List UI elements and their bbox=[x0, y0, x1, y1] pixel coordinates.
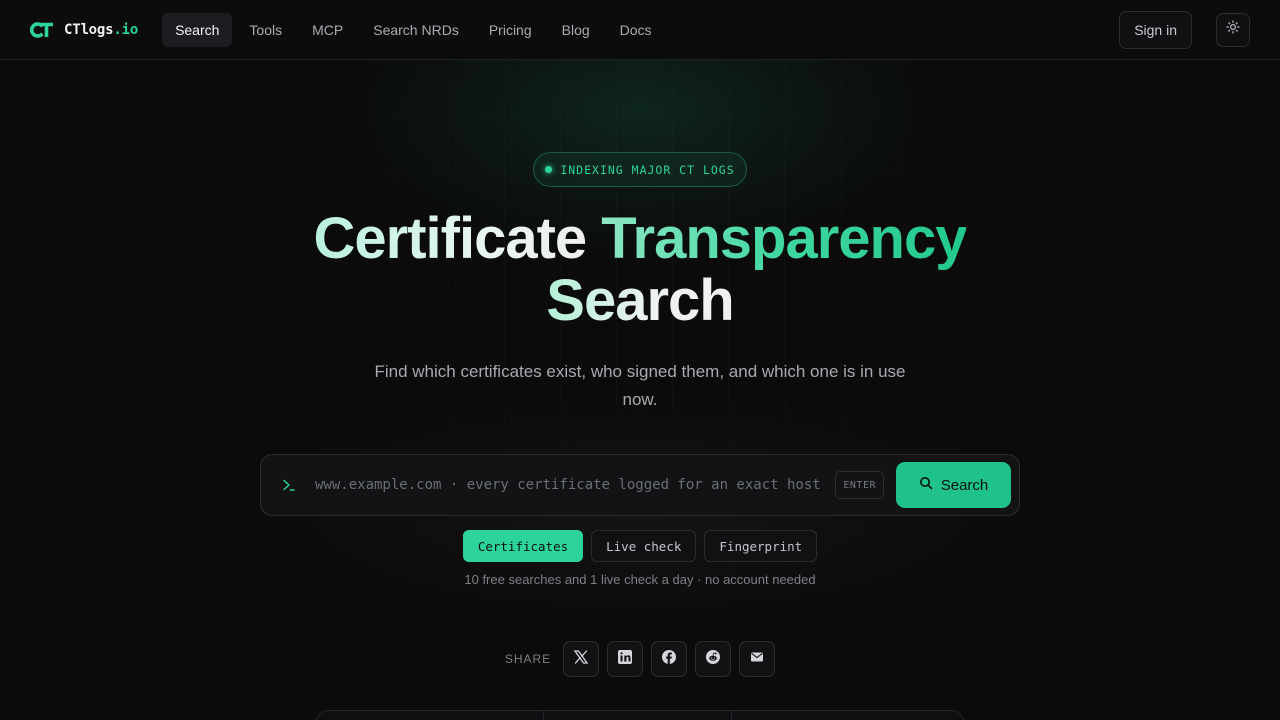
tab-live-check[interactable]: Live check bbox=[591, 530, 697, 562]
theme-toggle-button[interactable] bbox=[1216, 12, 1250, 47]
title-word-certificate: Certificate bbox=[313, 206, 588, 271]
search-button[interactable]: Search bbox=[896, 462, 1011, 508]
status-badge-text: INDEXING MAJOR CT LOGS bbox=[560, 162, 735, 177]
share-email-button[interactable] bbox=[739, 641, 776, 677]
header-actions: Sign in bbox=[1119, 10, 1250, 49]
tab-fingerprint[interactable]: Fingerprint bbox=[704, 530, 818, 562]
share-facebook-button[interactable] bbox=[651, 641, 688, 677]
title-word-transparency: Transparency bbox=[601, 206, 967, 271]
tab-certificates[interactable]: Certificates bbox=[462, 530, 584, 562]
share-linkedin-button[interactable] bbox=[607, 641, 644, 677]
nav-item-blog[interactable]: Blog bbox=[549, 13, 603, 47]
panel-divider bbox=[543, 711, 544, 720]
usage-note: 10 free searches and 1 live check a day … bbox=[464, 572, 816, 587]
facebook-icon bbox=[661, 649, 677, 670]
search-mode-tabs: Certificates Live check Fingerprint bbox=[0, 530, 1280, 562]
title-word-search: Search bbox=[546, 268, 734, 333]
share-bar: SHARE bbox=[0, 641, 1280, 677]
reddit-icon bbox=[705, 649, 721, 670]
nav-item-tools[interactable]: Tools bbox=[236, 13, 295, 47]
share-label: SHARE bbox=[504, 652, 552, 666]
enter-key-hint: ENTER bbox=[835, 471, 884, 499]
search-bar: ENTER Search bbox=[260, 454, 1020, 516]
search-icon bbox=[919, 476, 933, 494]
status-badge: INDEXING MAJOR CT LOGS bbox=[533, 152, 747, 187]
nav-item-pricing[interactable]: Pricing bbox=[476, 13, 545, 47]
nav-item-mcp[interactable]: MCP bbox=[299, 13, 356, 47]
sun-icon bbox=[1226, 20, 1240, 39]
linkedin-icon bbox=[617, 649, 633, 670]
nav-item-search-nrds[interactable]: Search NRDs bbox=[360, 13, 472, 47]
panel-divider bbox=[731, 711, 732, 720]
search-button-label: Search bbox=[940, 476, 989, 494]
share-x-button[interactable] bbox=[563, 641, 600, 677]
ct-logo-icon bbox=[30, 21, 56, 39]
terminal-prompt-icon bbox=[281, 477, 297, 493]
nav-item-docs[interactable]: Docs bbox=[607, 13, 665, 47]
live-dot-icon bbox=[545, 166, 553, 173]
main-nav: Search Tools MCP Search NRDs Pricing Blo… bbox=[162, 12, 665, 47]
page-title: Certificate Transparency Search bbox=[0, 208, 1280, 332]
nav-item-search[interactable]: Search bbox=[162, 12, 233, 47]
brand-logo[interactable]: CTlogs.io bbox=[30, 21, 138, 39]
page-subtitle: Find which certificates exist, who signe… bbox=[374, 362, 906, 409]
share-reddit-button[interactable] bbox=[695, 641, 732, 677]
brand-name: CTlogs.io bbox=[64, 21, 139, 38]
sign-in-button[interactable]: Sign in bbox=[1119, 10, 1192, 49]
search-input[interactable] bbox=[315, 465, 836, 505]
x-icon bbox=[573, 649, 589, 670]
results-panel-edge bbox=[316, 710, 964, 720]
top-nav-bar: CTlogs.io Search Tools MCP Search NRDs P… bbox=[0, 0, 1280, 60]
mail-icon bbox=[750, 650, 764, 669]
